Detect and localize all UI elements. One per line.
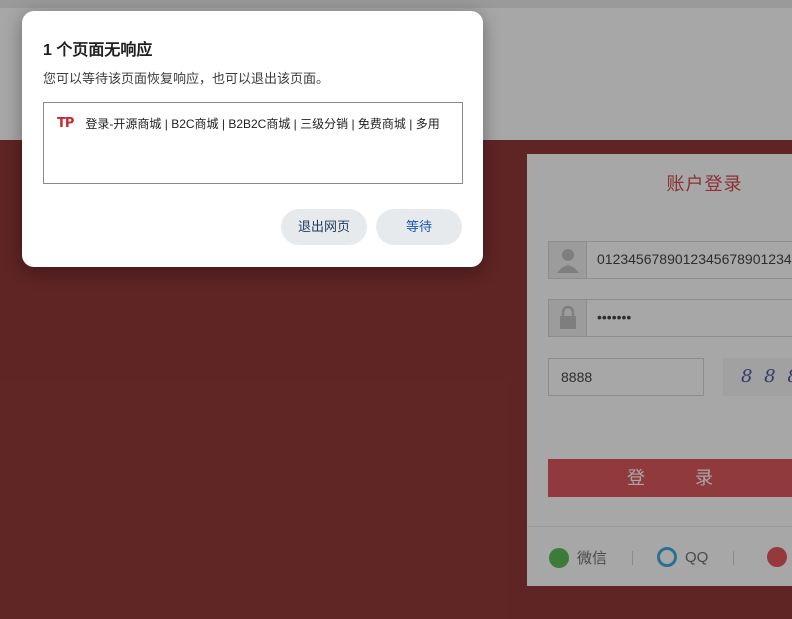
unresponsive-page-list: TP 登录-开源商城 | B2C商城 | B2B2C商城 | 三级分销 | 免费… [43,102,463,184]
dialog-message: 您可以等待该页面恢复响应，也可以退出该页面。 [43,71,330,86]
wait-button[interactable]: 等待 [376,209,462,245]
unresponsive-page-dialog: 1 个页面无响应 您可以等待该页面恢复响应，也可以退出该页面。 TP 登录-开源… [22,11,483,267]
dialog-title: 1 个页面无响应 [43,42,153,59]
exit-page-button[interactable]: 退出网页 [281,209,367,245]
page-title: 登录-开源商城 | B2C商城 | B2B2C商城 | 三级分销 | 免费商城 … [85,117,440,131]
list-item: TP 登录-开源商城 | B2C商城 | B2B2C商城 | 三级分销 | 免费… [57,115,457,132]
tp-favicon-icon: TP [57,116,74,131]
